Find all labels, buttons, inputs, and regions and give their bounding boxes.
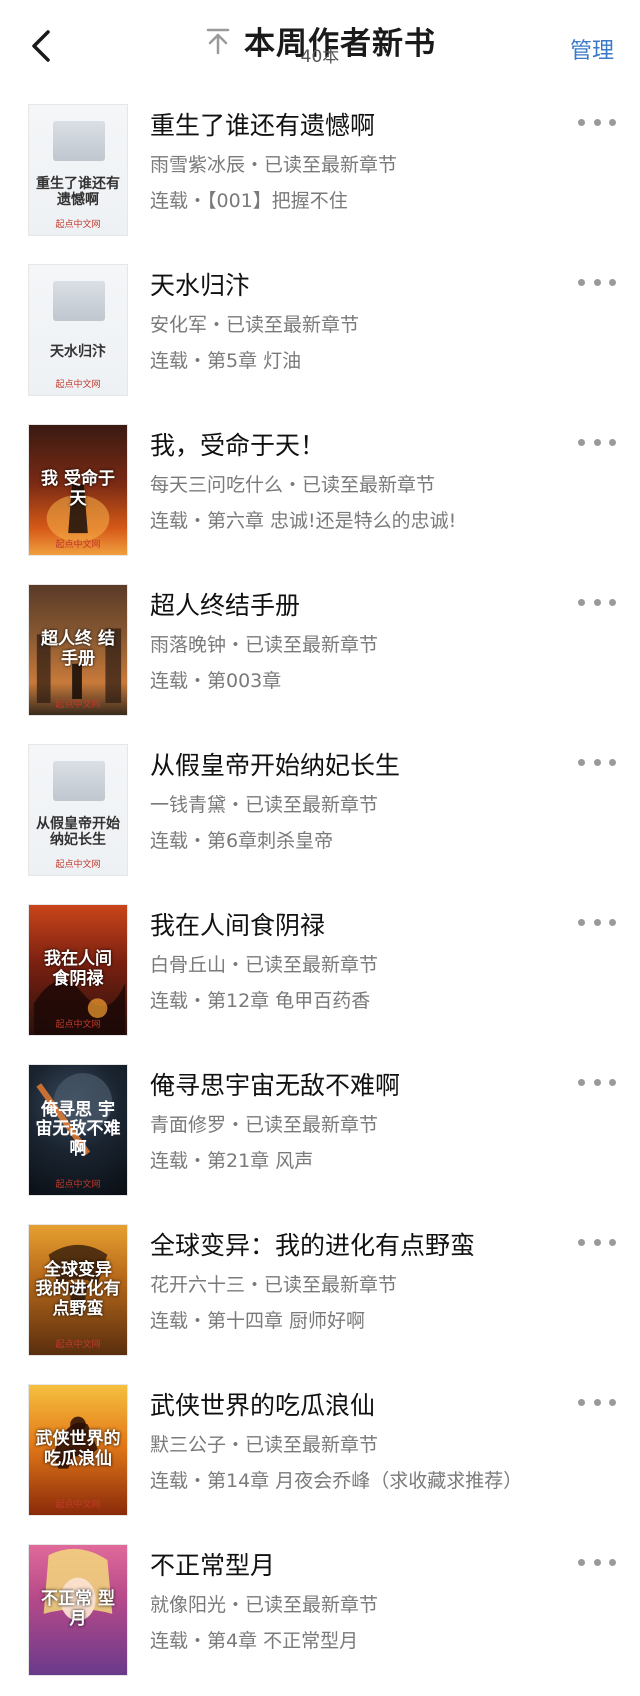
book-list-item[interactable]: 我在人间 食阴禄 起点中文网 我在人间食阴禄 白骨丘山・已读至最新章节 连载・第12章 … <box>0 896 640 1056</box>
more-dots-icon[interactable] <box>578 1072 616 1092</box>
cover-publisher: 起点中文网 <box>55 1340 101 1350</box>
book-list-item[interactable]: 武侠世界的 吃瓜浪仙 起点中文网 武侠世界的吃瓜浪仙 默三公子・已读至最新章节 连载・第… <box>0 1376 640 1536</box>
book-title[interactable]: 超人终结手册 <box>150 586 300 622</box>
book-list-item[interactable]: 我 受命于天 起点中文网 我，受命于天！ 每天三问吃什么・已读至最新章节 连载・第六章 … <box>0 416 640 576</box>
cover-publisher: 起点中文网 <box>55 1020 101 1030</box>
book-title[interactable]: 全球变异：我的进化有点野蛮 <box>150 1226 475 1262</box>
book-cover[interactable]: 武侠世界的 吃瓜浪仙起点中文网 <box>28 1384 128 1516</box>
more-dots-icon[interactable] <box>578 752 616 772</box>
book-cover[interactable]: 超人终 结手册起点中文网 <box>28 584 128 716</box>
book-latest-chapter: 连载・第十四章 厨师好啊 <box>150 1310 366 1332</box>
cover-title: 天水归汴 <box>50 343 106 360</box>
book-author-status: 就像阳光・已读至最新章节 <box>150 1594 379 1616</box>
book-cover[interactable]: 我 受命于天起点中文网 <box>28 424 128 556</box>
cover-publisher: 起点中文网 <box>55 1500 101 1510</box>
book-title[interactable]: 不正常型月 <box>150 1546 275 1582</box>
book-latest-chapter: 连载・第14章 月夜会乔峰（求收藏求推荐） <box>150 1470 523 1492</box>
book-cover[interactable]: 我在人间 食阴禄起点中文网 <box>28 904 128 1036</box>
more-dots-icon[interactable] <box>578 112 616 132</box>
more-dots-icon[interactable] <box>578 432 616 452</box>
book-author-status: 每天三问吃什么・已读至最新章节 <box>150 474 436 496</box>
cover-title: 我 受命于天 <box>41 469 115 509</box>
book-author-status: 白骨丘山・已读至最新章节 <box>150 954 379 976</box>
cover-title: 武侠世界的 吃瓜浪仙 <box>35 1429 121 1469</box>
book-latest-chapter: 连载・第5章 灯油 <box>150 350 302 372</box>
book-title[interactable]: 我在人间食阴禄 <box>150 906 325 942</box>
book-cover[interactable]: 全球变异 我的进化有点野蛮起点中文网 <box>28 1224 128 1356</box>
book-list-item[interactable]: 从假皇帝开始纳妃长生 起点中文网 从假皇帝开始纳妃长生 一钱青黛・已读至最新章节 连载・… <box>0 736 640 896</box>
top-bar: 本周作者新书 40本 管理 <box>0 0 640 96</box>
more-dots-icon[interactable] <box>578 1232 616 1252</box>
book-count: 40本 <box>300 47 340 67</box>
cover-title: 全球变异 我的进化有点野蛮 <box>35 1259 121 1319</box>
cover-publisher: 起点中文网 <box>55 860 101 870</box>
cover-art-decoration <box>53 121 105 161</box>
book-author-status: 雨落晚钟・已读至最新章节 <box>150 634 379 656</box>
book-list-item[interactable]: 重生了谁还有遗憾啊 起点中文网 重生了谁还有遗憾啊 雨雪紫冰辰・已读至最新章节 连载・【… <box>0 96 640 256</box>
book-author-status: 默三公子・已读至最新章节 <box>150 1434 379 1456</box>
book-list-item[interactable]: 超人终 结手册 起点中文网 超人终结手册 雨落晚钟・已读至最新章节 连载・第003章 <box>0 576 640 736</box>
more-dots-icon[interactable] <box>578 272 616 292</box>
cover-publisher: 起点中文网 <box>55 700 101 710</box>
book-cover[interactable]: 从假皇帝开始纳妃长生起点中文网 <box>28 744 128 876</box>
book-title[interactable]: 俺寻思宇宙无敌不难啊 <box>150 1066 400 1102</box>
book-author-status: 安化军・已读至最新章节 <box>150 314 360 336</box>
cover-title: 重生了谁还有遗憾啊 <box>36 175 120 208</box>
cover-publisher: 起点中文网 <box>55 1180 101 1190</box>
manage-button[interactable]: 管理 <box>570 33 614 65</box>
book-author-status: 雨雪紫冰辰・已读至最新章节 <box>150 154 398 176</box>
book-cover[interactable]: 俺寻思 宇宙无敌不难啊起点中文网 <box>28 1064 128 1196</box>
book-cover[interactable]: 天水归汴 起点中文网 <box>28 264 128 396</box>
more-dots-icon[interactable] <box>578 1392 616 1412</box>
cover-art-decoration <box>53 281 105 321</box>
book-latest-chapter: 连载・第六章 忠诚!还是特么的忠诚! <box>150 510 457 532</box>
book-title[interactable]: 天水归汴 <box>150 266 250 302</box>
cover-title: 俺寻思 宇宙无敌不难啊 <box>35 1099 121 1159</box>
book-latest-chapter: 连载・第003章 <box>150 670 282 692</box>
book-title[interactable]: 武侠世界的吃瓜浪仙 <box>150 1386 375 1422</box>
book-list: 重生了谁还有遗憾啊 起点中文网 重生了谁还有遗憾啊 雨雪紫冰辰・已读至最新章节 连载・【… <box>0 96 640 1696</box>
book-latest-chapter: 连载・【001】把握不住 <box>150 190 348 212</box>
book-list-item[interactable]: 全球变异 我的进化有点野蛮 起点中文网 全球变异：我的进化有点野蛮 花开六十三・已读至… <box>0 1216 640 1376</box>
book-list-item[interactable]: 俺寻思 宇宙无敌不难啊 起点中文网 俺寻思宇宙无敌不难啊 青面修罗・已读至最新章节 连载… <box>0 1056 640 1216</box>
book-author-status: 花开六十三・已读至最新章节 <box>150 1274 398 1296</box>
book-title[interactable]: 重生了谁还有遗憾啊 <box>150 106 375 142</box>
book-author-status: 一钱青黛・已读至最新章节 <box>150 794 379 816</box>
book-title[interactable]: 从假皇帝开始纳妃长生 <box>150 746 400 782</box>
cover-publisher: 起点中文网 <box>55 380 101 390</box>
book-list-item[interactable]: 不正常 型月 不正常型月就像阳光・已读至最新章节 连载・第4章 不正常型月 <box>0 1536 640 1696</box>
book-latest-chapter: 连载・第6章刺杀皇帝 <box>150 830 334 852</box>
book-list-item[interactable]: 天水归汴 起点中文网 天水归汴 安化军・已读至最新章节 连载・第5章 灯油 <box>0 256 640 416</box>
book-latest-chapter: 连载・第21章 风声 <box>150 1150 314 1172</box>
cover-title: 不正常 型月 <box>41 1589 115 1629</box>
book-latest-chapter: 连载・第12章 龟甲百药香 <box>150 990 371 1012</box>
more-dots-icon[interactable] <box>578 912 616 932</box>
book-title[interactable]: 我，受命于天！ <box>150 426 325 462</box>
cover-publisher: 起点中文网 <box>55 540 101 550</box>
book-author-status: 青面修罗・已读至最新章节 <box>150 1114 379 1136</box>
cover-title: 超人终 结手册 <box>41 629 115 669</box>
cover-title: 我在人间 食阴禄 <box>44 949 112 989</box>
more-dots-icon[interactable] <box>578 592 616 612</box>
book-cover[interactable]: 不正常 型月 <box>28 1544 128 1676</box>
cover-publisher: 起点中文网 <box>55 220 101 230</box>
cover-title: 从假皇帝开始纳妃长生 <box>36 815 120 848</box>
cover-art-decoration <box>53 761 105 801</box>
book-cover[interactable]: 重生了谁还有遗憾啊起点中文网 <box>28 104 128 236</box>
book-latest-chapter: 连载・第4章 不正常型月 <box>150 1630 359 1652</box>
more-dots-icon[interactable] <box>578 1552 616 1572</box>
